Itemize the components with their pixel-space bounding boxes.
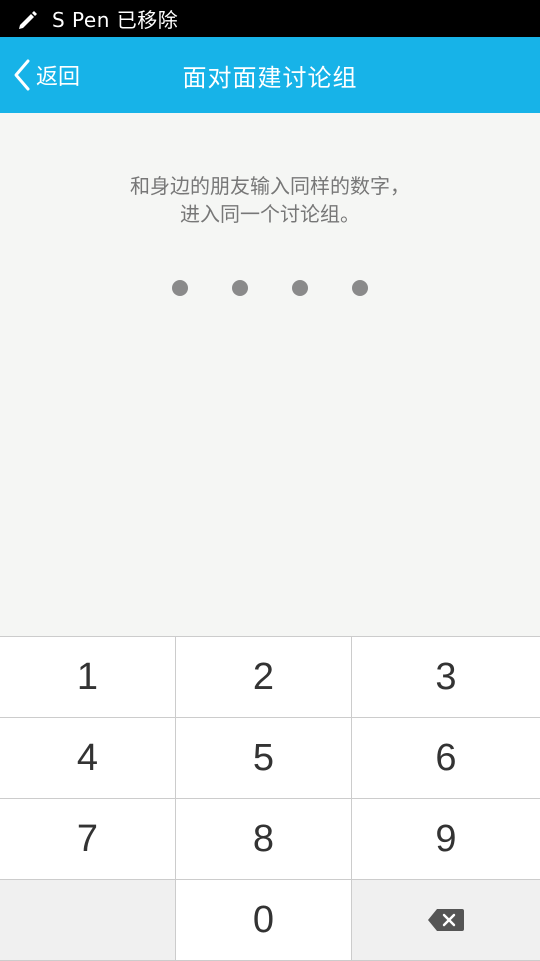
numeric-keypad: 1 2 3 4 5 6 7 8 9 0 xyxy=(0,636,540,961)
back-label: 返回 xyxy=(36,65,81,90)
key-6[interactable]: 6 xyxy=(352,718,540,799)
backspace-icon xyxy=(426,907,466,933)
key-4[interactable]: 4 xyxy=(0,718,176,799)
pin-dot xyxy=(352,280,368,296)
back-button[interactable]: 返回 xyxy=(10,37,80,113)
key-2[interactable]: 2 xyxy=(176,637,352,718)
pin-dot xyxy=(232,280,248,296)
pin-dot xyxy=(172,280,188,296)
instruction-line-1: 和身边的朋友输入同样的数字， xyxy=(130,174,410,198)
key-1[interactable]: 1 xyxy=(0,637,176,718)
key-8[interactable]: 8 xyxy=(176,799,352,880)
pin-dots xyxy=(0,280,540,300)
delete-key[interactable] xyxy=(352,880,540,961)
title-bar: 返回 面对面建讨论组 xyxy=(0,37,540,113)
chevron-left-icon xyxy=(10,57,34,93)
instruction-line-2: 进入同一个讨论组。 xyxy=(180,202,360,226)
pen-icon xyxy=(16,7,40,31)
key-5[interactable]: 5 xyxy=(176,718,352,799)
key-7[interactable]: 7 xyxy=(0,799,176,880)
pin-dot xyxy=(292,280,308,296)
key-3[interactable]: 3 xyxy=(352,637,540,718)
key-9[interactable]: 9 xyxy=(352,799,540,880)
instructions: 和身边的朋友输入同样的数字， 进入同一个讨论组。 xyxy=(0,172,540,228)
status-text: S Pen 已移除 xyxy=(52,8,179,32)
page-title: 面对面建讨论组 xyxy=(182,63,358,92)
key-0[interactable]: 0 xyxy=(176,880,352,961)
status-bar: S Pen 已移除 xyxy=(0,0,540,37)
key-blank xyxy=(0,880,176,961)
